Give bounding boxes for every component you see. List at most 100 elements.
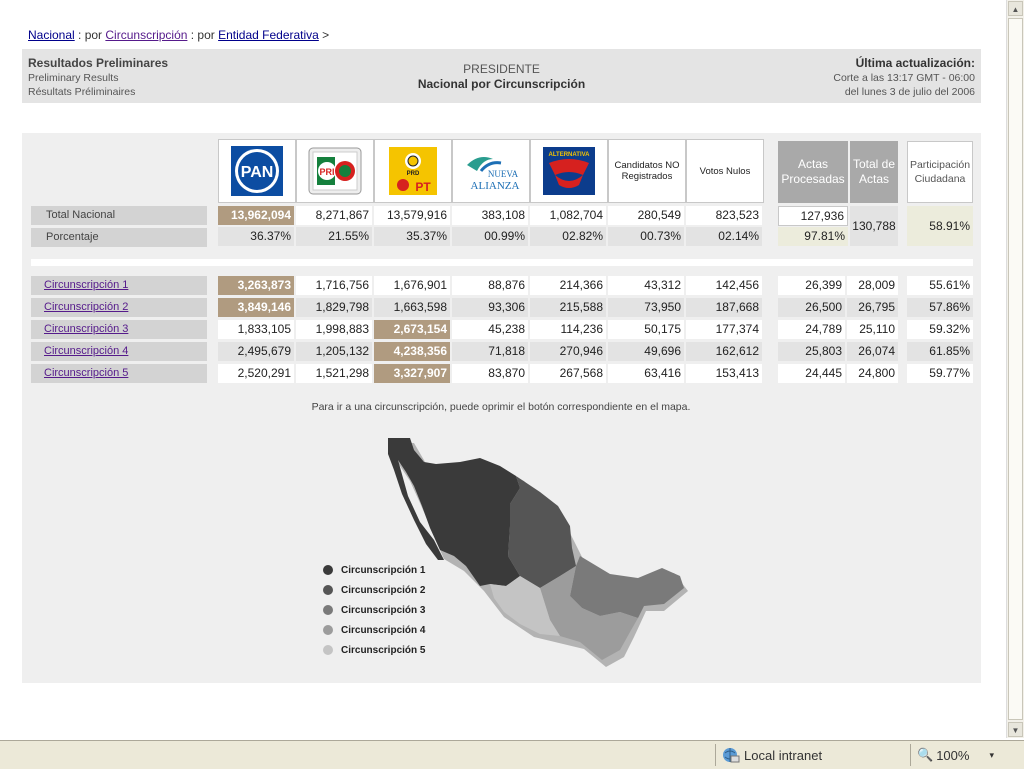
status-bar: Local intranet 🔍 100% ▾ — [0, 740, 1024, 769]
circunscripcion-cell: 177,374 — [686, 320, 762, 339]
circunscripcion-cell: 1,521,298 — [296, 364, 372, 383]
zoom-control[interactable]: 🔍 100% ▾ — [910, 744, 1012, 766]
legend-label: Circunscripción 2 — [341, 584, 426, 596]
scroll-up-icon[interactable]: ▲ — [1008, 1, 1023, 16]
nueva-alianza-text: NUEVA — [488, 169, 519, 179]
legend-dot-icon — [323, 605, 333, 615]
actas-procesadas-value: 127,936 — [778, 206, 848, 226]
porcentaje-cell: 00.99% — [452, 227, 528, 246]
total-actas-label: Total de Actas — [852, 157, 896, 186]
update-label: Última actualización: — [855, 56, 975, 70]
participacion-cell: 59.77% — [907, 364, 973, 383]
porcentaje-cell: 36.37% — [218, 227, 294, 246]
circunscripcion-row-label: Circunscripción 2 — [31, 298, 207, 317]
map-instruction: Para ir a una circunscripción, puede opr… — [311, 401, 691, 413]
alianza-por-mexico-logo: PRI — [296, 139, 374, 203]
total-actas-cell: 25,110 — [847, 320, 898, 339]
circunscripcion-cell: 50,175 — [608, 320, 684, 339]
circunscripcion-5-link[interactable]: Circunscripción 5 — [44, 367, 128, 379]
votos-nulos-header: Votos Nulos — [686, 139, 764, 203]
total-actas-cell: 26,795 — [847, 298, 898, 317]
circunscripcion-cell: 88,876 — [452, 276, 528, 295]
nueva-alianza-text: ALIANZA — [471, 180, 520, 192]
total-nacional-label: Total Nacional — [31, 206, 207, 225]
circunscripcion-cell: 142,456 — [686, 276, 762, 295]
breadcrumb-circunscripcion-link[interactable]: Circunscripción — [105, 28, 187, 42]
breadcrumb-nacional-link[interactable]: Nacional — [28, 28, 75, 42]
mexico-map — [388, 438, 688, 667]
total-nacional-cell: 13,962,094 — [218, 206, 294, 225]
vertical-scrollbar[interactable]: ▲ ▼ — [1006, 0, 1024, 738]
circunscripcion-cell: 153,413 — [686, 364, 762, 383]
map-legend: Circunscripción 1 Circunscripción 2 Circun… — [323, 560, 425, 660]
circunscripcion-cell: 45,238 — [452, 320, 528, 339]
breadcrumb-separator: : por — [74, 28, 106, 42]
alternativa-logo: ALTERNATIVA — [530, 139, 608, 203]
circunscripcion-cell: 214,366 — [530, 276, 606, 295]
circunscripcion-cell: 215,588 — [530, 298, 606, 317]
circunscripcion-cell: 1,676,901 — [374, 276, 450, 295]
circunscripcion-cell: 3,263,873 — [218, 276, 294, 295]
legend-item: Circunscripción 2 — [323, 580, 425, 600]
pan-logo-text: PAN — [241, 164, 274, 181]
no-registrados-label: Candidatos NO Registrados — [614, 160, 680, 182]
legend-dot-icon — [323, 645, 333, 655]
circunscripcion-3-link[interactable]: Circunscripción 3 — [44, 323, 128, 335]
circunscripcion-row-label: Circunscripción 3 — [31, 320, 207, 339]
breadcrumb: Nacional : por Circunscripción : por Ent… — [28, 28, 329, 42]
legend-item: Circunscripción 3 — [323, 600, 425, 620]
circunscripcion-row-label: Circunscripción 1 — [31, 276, 207, 295]
prd-logo-text: PRD — [407, 171, 420, 177]
porcentaje-cell: 00.73% — [608, 227, 684, 246]
intranet-globe-icon — [723, 748, 740, 763]
circunscripcion-cell: 71,818 — [452, 342, 528, 361]
actas-procesadas-header: Actas Procesadas — [778, 141, 848, 203]
zone-label: Local intranet — [744, 747, 823, 763]
circunscripcion-1-link[interactable]: Circunscripción 1 — [44, 279, 128, 291]
circunscripcion-row-label: Circunscripción 5 — [31, 364, 207, 383]
zoom-icon: 🔍 — [917, 747, 934, 762]
participacion-cell: 59.32% — [907, 320, 973, 339]
circunscripcion-row-label: Circunscripción 4 — [31, 342, 207, 361]
circunscripcion-cell: 73,950 — [608, 298, 684, 317]
circunscripcion-cell: 1,998,883 — [296, 320, 372, 339]
alternativa-text: ALTERNATIVA — [549, 152, 591, 158]
nueva-alianza-logo: NUEVA ALIANZA — [452, 139, 530, 203]
pt-logo-text: PT — [415, 180, 431, 194]
circunscripcion-cell: 63,416 — [608, 364, 684, 383]
scroll-thumb[interactable] — [1008, 18, 1023, 720]
legend-item: Circunscripción 5 — [323, 640, 425, 660]
breadcrumb-entidad-link[interactable]: Entidad Federativa — [218, 28, 319, 42]
circunscripcion-4-link[interactable]: Circunscripción 4 — [44, 345, 128, 357]
circunscripcion-3-region[interactable] — [570, 556, 684, 618]
porcentaje-cell: 21.55% — [296, 227, 372, 246]
participacion-cell: 57.86% — [907, 298, 973, 317]
scroll-down-icon[interactable]: ▼ — [1008, 722, 1023, 737]
circunscripcion-cell: 114,236 — [530, 320, 606, 339]
circunscripcion-cell: 43,312 — [608, 276, 684, 295]
legend-item: Circunscripción 4 — [323, 620, 425, 640]
participacion-value: 58.91% — [907, 206, 973, 246]
circunscripcion-cell: 2,673,154 — [374, 320, 450, 339]
circunscripcion-cell: 162,612 — [686, 342, 762, 361]
breadcrumb-separator: : por — [187, 28, 219, 42]
circunscripcion-2-region[interactable] — [508, 476, 576, 588]
results-header: Resultados Preliminares Preliminary Resu… — [22, 49, 981, 103]
actas-procesadas-cell: 24,789 — [778, 320, 845, 339]
legend-label: Circunscripción 3 — [341, 604, 426, 616]
por-el-bien-de-todos-logo: PRD PT — [374, 139, 452, 203]
security-zone: Local intranet — [715, 744, 914, 766]
chevron-down-icon[interactable]: ▾ — [989, 750, 994, 761]
legend-label: Circunscripción 5 — [341, 644, 426, 656]
participacion-header: Participación Ciudadana — [907, 141, 973, 203]
circunscripcion-cell: 83,870 — [452, 364, 528, 383]
circunscripcion-2-link[interactable]: Circunscripción 2 — [44, 301, 128, 313]
circunscripcion-cell: 1,833,105 — [218, 320, 294, 339]
porcentaje-cell: 02.14% — [686, 227, 762, 246]
actas-porcentaje-value: 97.81% — [778, 227, 848, 246]
actas-procesadas-cell: 25,803 — [778, 342, 845, 361]
circunscripcion-cell: 4,238,356 — [374, 342, 450, 361]
breadcrumb-arrow: > — [318, 28, 330, 42]
circunscripcion-cell: 2,520,291 — [218, 364, 294, 383]
legend-label: Circunscripción 4 — [341, 624, 426, 636]
